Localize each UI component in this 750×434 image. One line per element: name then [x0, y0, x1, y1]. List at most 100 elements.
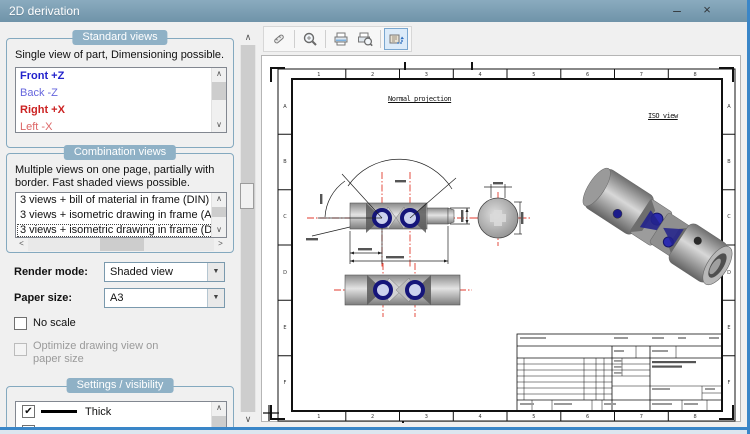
paper-size-select[interactable]: A3 ▼ [104, 288, 225, 308]
copy-view-icon [389, 34, 404, 44]
scroll-up-icon[interactable]: ∧ [212, 402, 226, 415]
zone-label: 2 [371, 413, 375, 420]
combination-views-list[interactable]: 3 views + bill of material in frame (DIN… [15, 192, 227, 238]
group-title-standard-views: Standard views [72, 30, 168, 45]
scrollbar-vertical[interactable]: ∧ ∨ [211, 68, 226, 132]
toolbar-separator [325, 30, 326, 48]
minimize-button[interactable]: – [662, 0, 692, 22]
panel-scrollbar[interactable]: ∧ ∨ [240, 30, 256, 427]
scroll-up-icon[interactable]: ∧ [212, 68, 226, 81]
zone-label: E [283, 324, 287, 331]
scroll-down-icon[interactable]: ∨ [212, 224, 226, 237]
top-view [334, 263, 472, 317]
zone-label: 4 [478, 71, 482, 78]
zone-label: 1 [317, 413, 321, 420]
zone-label: C [283, 214, 287, 221]
scroll-up-icon[interactable]: ∧ [240, 30, 256, 45]
no-scale-label: No scale [33, 317, 76, 329]
zone-label: F [727, 380, 731, 387]
title-block [516, 333, 723, 412]
group-title-combination-views: Combination views [63, 145, 177, 160]
measure-button[interactable] [267, 28, 291, 50]
render-mode-value: Shaded view [110, 266, 173, 278]
zone-label: 3 [424, 71, 428, 78]
optimize-label: Optimize drawing view on paper size [33, 340, 159, 365]
zone-label: B [727, 158, 731, 165]
scroll-thumb[interactable] [240, 183, 254, 209]
paper-size-label: Paper size: [14, 292, 73, 304]
paper-size-value: A3 [110, 292, 124, 304]
scroll-left-icon[interactable]: < [15, 238, 28, 251]
drawing-preview-area: Normal projection ISO view 1 2 3 4 5 6 7 8 1 2 3 4… [257, 22, 747, 427]
copy-view-button[interactable] [384, 28, 408, 50]
view-label-normal-projection: Normal projection [388, 95, 452, 103]
options-panel: Standard views Single view of part, Dime… [0, 22, 240, 434]
zone-label: 4 [478, 413, 482, 420]
combination-views-description: Multiple views on one page, partially wi… [15, 164, 215, 189]
render-mode-select[interactable]: Shaded view ▼ [104, 262, 225, 282]
measure-icon [274, 34, 284, 44]
dialog-2d-derivation: 2D derivation – × Standard views Single … [0, 0, 750, 434]
no-scale-checkbox[interactable] [14, 317, 27, 330]
thick-checkbox[interactable]: ✔ [22, 404, 35, 418]
toolbar-separator [380, 30, 381, 48]
view-label-iso-view: ISO view [648, 112, 678, 120]
scroll-up-icon[interactable]: ∧ [212, 193, 226, 206]
list-item[interactable]: 3 views + bill of material in frame (DIN… [16, 193, 226, 208]
close-button[interactable]: × [692, 0, 722, 22]
window-title: 2D derivation [9, 4, 80, 18]
zone-label: A [283, 103, 287, 110]
zone-label: 7 [639, 413, 643, 420]
zone-label: 8 [693, 71, 697, 78]
print-preview-button[interactable] [353, 28, 377, 50]
titlebar[interactable]: 2D derivation – × [0, 0, 750, 22]
zoom-button[interactable] [298, 28, 322, 50]
zone-label: F [283, 380, 287, 387]
window-strip-bottom [0, 430, 750, 434]
iso-view-model [582, 167, 733, 286]
check-icon: ✔ [24, 405, 33, 417]
toolbar-separator [294, 30, 295, 48]
standard-views-list[interactable]: Front +Z Back -Z Right +X Left -X ∧ ∨ [15, 67, 227, 133]
scrollbar-vertical[interactable]: ∧ ∨ [211, 193, 226, 237]
list-item[interactable]: Back -Z [16, 85, 226, 102]
list-item[interactable]: 3 views + isometric drawing in frame (AN [16, 208, 226, 223]
render-mode-label: Render mode: [14, 266, 88, 278]
scroll-track[interactable] [241, 45, 255, 412]
group-title-settings-visibility: Settings / visibility [66, 378, 174, 393]
zone-numbers-bottom: 1 2 3 4 5 6 7 8 [292, 412, 722, 421]
print-icon [334, 32, 348, 46]
zone-label: 1 [317, 71, 321, 78]
zone-label: C [727, 214, 731, 221]
drawing-sheet: Normal projection ISO view 1 2 3 4 5 6 7 8 1 2 3 4… [261, 55, 741, 423]
scroll-right-icon[interactable]: > [214, 238, 227, 251]
side-view [472, 182, 526, 246]
scroll-thumb[interactable] [100, 238, 144, 251]
zone-label: 6 [586, 413, 590, 420]
list-item[interactable]: Front +Z [16, 68, 226, 85]
scroll-down-icon[interactable]: ∨ [212, 119, 226, 132]
zone-letters-left: A B C D E F [279, 79, 291, 411]
chevron-down-icon[interactable]: ▼ [207, 263, 224, 281]
zone-label: 3 [424, 413, 428, 420]
scroll-thumb[interactable] [212, 82, 226, 100]
list-item[interactable]: Right +X [16, 102, 226, 119]
scroll-down-icon[interactable]: ∨ [240, 412, 256, 427]
list-item-selected[interactable]: 3 views + isometric drawing in frame (DI… [16, 223, 226, 237]
zone-label: B [283, 158, 287, 165]
zone-label: D [727, 269, 731, 276]
list-item[interactable]: ✔ Thick [16, 402, 226, 422]
chevron-down-icon[interactable]: ▼ [207, 289, 224, 307]
scrollbar-horizontal[interactable]: < > [15, 238, 227, 251]
print-button[interactable] [329, 28, 353, 50]
thick-line-sample [41, 409, 77, 413]
zone-letters-right: A B C D E F [723, 79, 735, 411]
optimize-checkbox [14, 343, 27, 356]
zone-label: A [727, 103, 731, 110]
zone-label: 7 [639, 71, 643, 78]
scroll-thumb[interactable] [212, 207, 226, 217]
thick-label: Thick [85, 406, 112, 418]
group-standard-views: Standard views Single view of part, Dime… [6, 30, 234, 148]
list-item[interactable]: Left -X [16, 119, 226, 132]
zone-label: 8 [693, 413, 697, 420]
